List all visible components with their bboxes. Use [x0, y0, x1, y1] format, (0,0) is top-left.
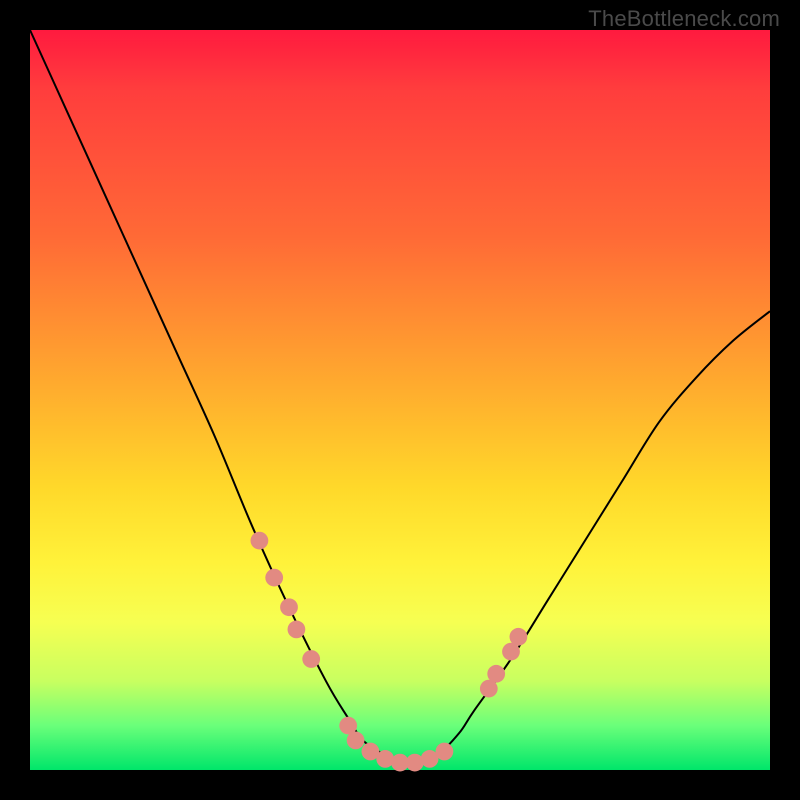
- highlight-dot: [376, 750, 394, 768]
- highlight-dot: [288, 621, 306, 639]
- outer-frame: TheBottleneck.com: [0, 0, 800, 800]
- highlight-dot: [487, 665, 505, 683]
- highlight-dot: [406, 754, 424, 772]
- chart-svg: [30, 30, 770, 770]
- highlight-dots-group: [251, 532, 528, 772]
- watermark-text: TheBottleneck.com: [588, 6, 780, 32]
- highlight-dot: [280, 598, 298, 616]
- bottleneck-curve-path: [30, 30, 770, 764]
- highlight-dot: [302, 650, 320, 668]
- highlight-dot: [436, 743, 454, 761]
- highlight-dot: [347, 732, 365, 750]
- highlight-dot: [510, 628, 528, 646]
- highlight-dot: [265, 569, 283, 587]
- highlight-dot: [251, 532, 269, 550]
